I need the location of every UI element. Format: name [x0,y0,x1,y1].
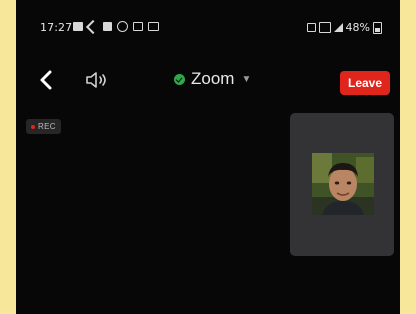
recording-badge: REC [26,119,61,134]
battery-icon [373,21,382,34]
meeting-title-dropdown[interactable]: Zoom ▼ [174,69,251,89]
gallery-icon [133,22,143,31]
video-icon [103,22,112,31]
self-video-tile[interactable] [290,113,394,256]
recording-label: REC [38,122,56,131]
participant-video [312,153,374,215]
leave-button[interactable]: Leave [340,71,390,95]
battery-percent: 48% [345,21,370,34]
chevron-left-icon [40,70,52,90]
encryption-shield-icon [174,73,185,85]
wifi-icon [318,22,331,33]
meeting-top-bar: Zoom ▼ Leave [16,62,400,102]
status-bar: 17:27 48% [16,0,400,44]
speaker-icon [86,72,106,88]
meeting-title: Zoom [191,69,235,88]
settings-icon [117,21,128,32]
participant-photo-icon [312,153,374,215]
mute-icon [306,23,316,32]
mail-icon [148,22,159,31]
signal-icon [333,23,343,32]
photo-icon [73,22,83,31]
system-status: 48% [306,21,382,34]
back-button[interactable] [34,66,60,94]
recording-dot-icon [31,124,35,129]
phone-screen: 17:27 48% Zoom ▼ Leave REC [16,0,400,314]
status-time: 17:27 [40,21,73,34]
speaker-toggle-button[interactable] [82,68,112,92]
call-icon [85,19,101,34]
notification-icons [73,19,159,34]
chevron-down-icon: ▼ [241,73,252,85]
